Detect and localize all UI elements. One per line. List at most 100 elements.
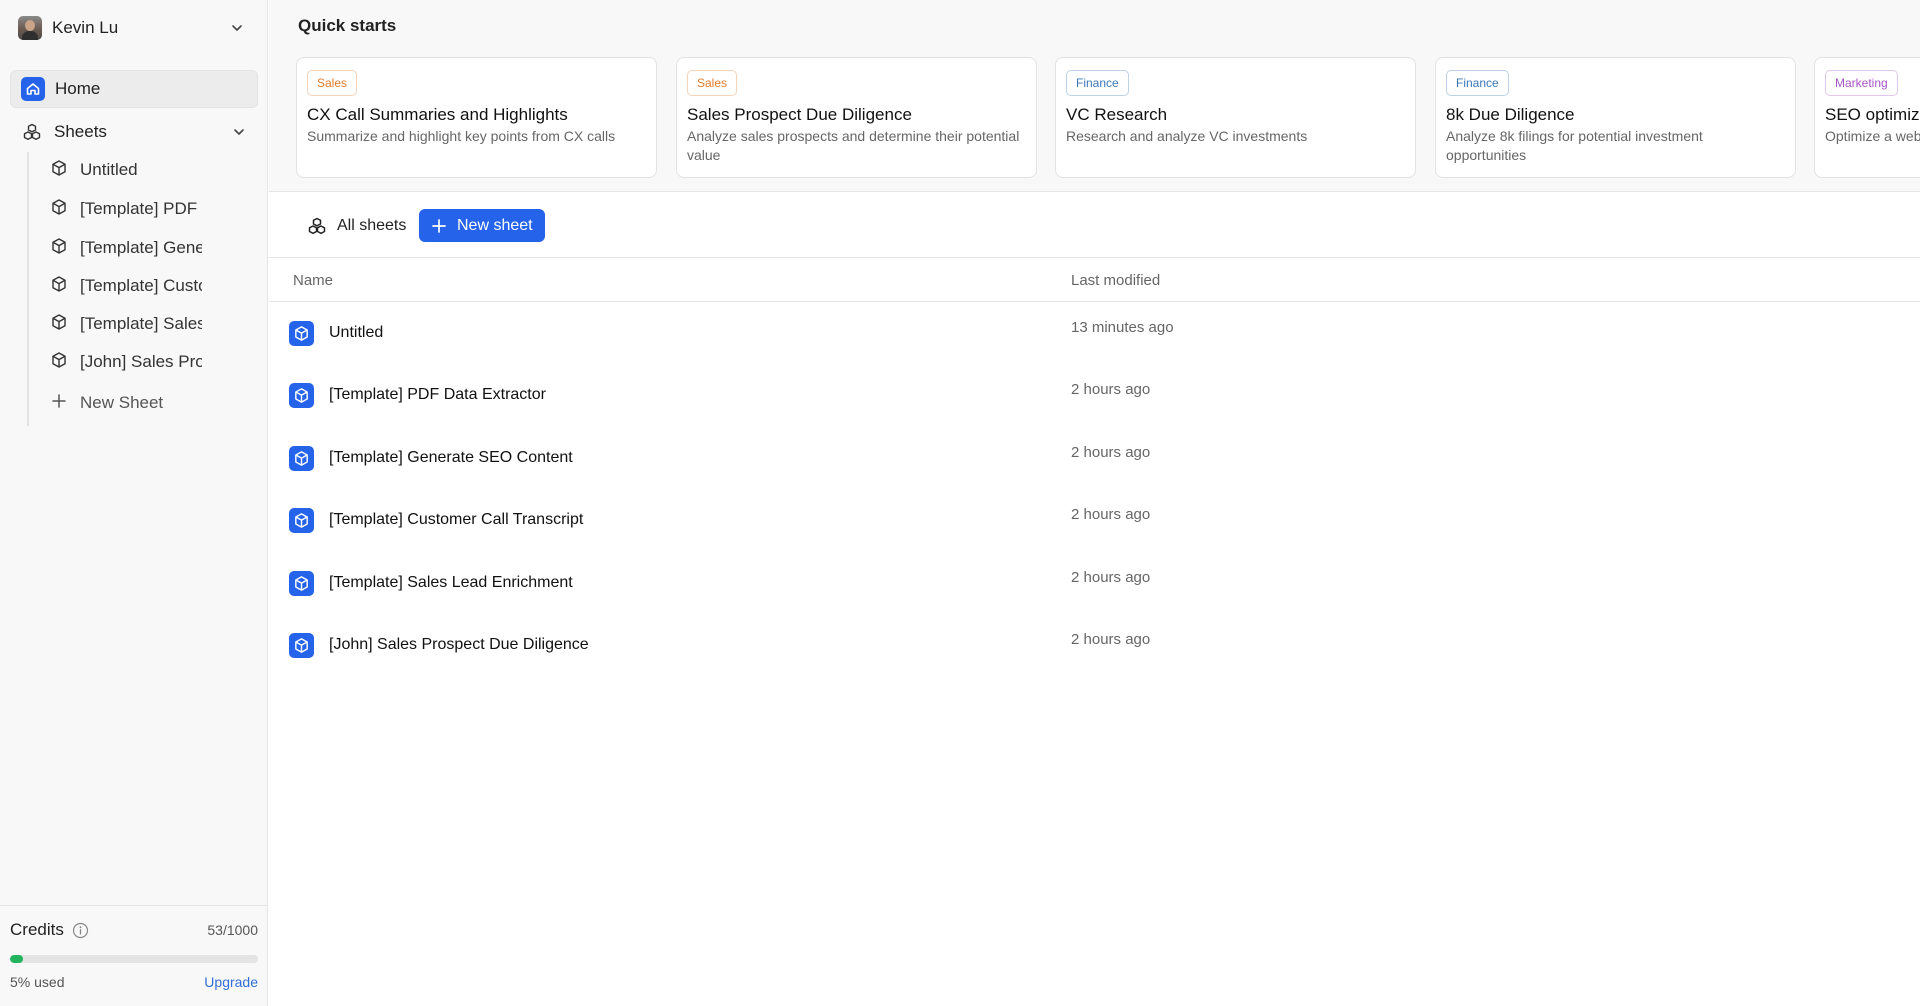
sidebar-sheet-item[interactable]: [Template] Sales Lead Enrichment — [44, 306, 210, 342]
new-sheet-link[interactable]: New Sheet — [44, 385, 210, 421]
home-icon — [21, 77, 45, 101]
credits-usage-row: 5% used Upgrade — [10, 974, 258, 990]
table-row[interactable]: [Template] Generate SEO Content 2 hours … — [269, 428, 1920, 490]
last-modified: 13 minutes ago — [1071, 319, 1174, 336]
quick-starts-section: Quick starts Sales CX Call Summaries and… — [269, 0, 1920, 192]
sidebar-sheet-label: [John] Sales Prospect Due Diligence — [80, 352, 202, 371]
credits-count: 53/1000 — [207, 922, 258, 938]
new-sheet-button-label: New sheet — [457, 216, 533, 234]
cube-icon — [50, 159, 68, 182]
quick-start-card[interactable]: Finance 8k Due Diligence Analyze 8k fili… — [1435, 57, 1796, 178]
sheet-name: [Template] PDF Data Extractor — [329, 386, 546, 403]
plus-icon — [431, 218, 447, 234]
table-row[interactable]: Untitled 13 minutes ago — [269, 303, 1920, 365]
all-sheets-label: All sheets — [337, 217, 407, 234]
cubes-icon — [20, 120, 44, 144]
sheet-name: [Template] Generate SEO Content — [329, 449, 573, 466]
quick-start-card[interactable]: Marketing SEO optimization Optimize a we… — [1814, 57, 1920, 178]
last-modified: 2 hours ago — [1071, 506, 1151, 523]
sidebar-sheet-item[interactable]: [John] Sales Prospect Due Diligence — [44, 344, 210, 380]
sidebar-sheet-item[interactable]: [Template] Generate SEO Content — [44, 230, 210, 266]
sidebar-item-label: Home — [55, 79, 101, 98]
sidebar-sheet-item[interactable]: Untitled — [44, 152, 210, 188]
cube-icon — [289, 508, 314, 533]
category-badge: Sales — [687, 70, 738, 96]
new-sheet-label: New Sheet — [80, 393, 164, 412]
sheet-name: Untitled — [329, 324, 384, 341]
main-content: Quick starts Sales CX Call Summaries and… — [269, 0, 1920, 1006]
last-modified: 2 hours ago — [1071, 381, 1151, 398]
table-header: Name Last modified — [269, 259, 1920, 302]
column-header-name[interactable]: Name — [293, 272, 333, 289]
table-row[interactable]: [Template] Sales Lead Enrichment 2 hours… — [269, 553, 1920, 615]
cube-icon — [289, 633, 314, 658]
sidebar-sheet-label: [Template] Generate SEO Content — [80, 238, 202, 257]
cube-icon — [50, 275, 68, 298]
chevron-down-icon[interactable] — [230, 123, 248, 141]
card-title: VC Research — [1066, 105, 1168, 124]
sheet-name: [Template] Sales Lead Enrichment — [329, 574, 573, 591]
last-modified: 2 hours ago — [1071, 569, 1151, 586]
sheet-name: [Template] Customer Call Transcript — [329, 511, 584, 528]
sidebar-sheet-label: [Template] PDF Data Extractor — [80, 199, 202, 218]
cube-icon — [50, 351, 68, 374]
upgrade-link[interactable]: Upgrade — [204, 974, 258, 990]
sidebar-item-sheets[interactable]: Sheets — [10, 113, 258, 151]
category-badge: Marketing — [1825, 70, 1898, 96]
cube-icon — [289, 383, 314, 408]
card-description: Analyze 8k filings for potential investm… — [1446, 128, 1703, 163]
card-title: Sales Prospect Due Diligence — [687, 105, 912, 124]
user-menu[interactable]: Kevin Lu — [10, 11, 254, 45]
tree-line — [27, 152, 29, 426]
sidebar-sheet-item[interactable]: [Template] PDF Data Extractor — [44, 191, 210, 227]
table-row[interactable]: [Template] Customer Call Transcript 2 ho… — [269, 490, 1920, 552]
quick-start-card[interactable]: Sales CX Call Summaries and Highlights S… — [296, 57, 657, 178]
credits-row: Credits 53/1000 — [10, 920, 258, 940]
quick-start-card[interactable]: Sales Sales Prospect Due Diligence Analy… — [676, 57, 1037, 178]
card-title: 8k Due Diligence — [1446, 105, 1575, 124]
quick-starts-title: Quick starts — [298, 16, 397, 35]
chevron-down-icon — [228, 19, 246, 37]
credits-used-text: 5% used — [10, 974, 65, 990]
sidebar-sheet-label: [Template] Sales Lead Enrichment — [80, 314, 202, 333]
last-modified: 2 hours ago — [1071, 631, 1151, 648]
card-description: Analyze sales prospects and determine th… — [687, 128, 1020, 163]
table-row[interactable]: [John] Sales Prospect Due Diligence 2 ho… — [269, 615, 1920, 677]
card-title: SEO optimization — [1825, 105, 1920, 124]
sidebar: Kevin Lu Home Sheets Untitled [Template] — [0, 0, 268, 1006]
sheet-name: [John] Sales Prospect Due Diligence — [329, 636, 589, 653]
sidebar-sheet-label: Untitled — [80, 160, 138, 179]
category-badge: Sales — [307, 70, 358, 96]
avatar — [18, 16, 42, 40]
credits-progress-bar — [10, 955, 258, 963]
credits-panel: Credits 53/1000 5% used Upgrade — [0, 905, 268, 1006]
sheets-toolbar: All sheets New sheet — [269, 193, 1920, 258]
category-badge: Finance — [1066, 70, 1129, 96]
info-icon[interactable] — [72, 921, 90, 939]
sidebar-sheet-item[interactable]: [Template] Customer Call Transcript — [44, 268, 210, 304]
cube-icon — [50, 198, 68, 221]
cube-icon — [50, 237, 68, 260]
quick-start-card[interactable]: Finance VC Research Research and analyze… — [1055, 57, 1416, 178]
user-name: Kevin Lu — [52, 18, 119, 37]
card-title: CX Call Summaries and Highlights — [307, 105, 568, 124]
sidebar-item-label: Sheets — [54, 122, 107, 141]
new-sheet-button[interactable]: New sheet — [419, 209, 545, 242]
table-row[interactable]: [Template] PDF Data Extractor 2 hours ag… — [269, 365, 1920, 427]
card-description: Research and analyze VC investments — [1066, 128, 1308, 144]
cube-icon — [289, 571, 314, 596]
card-description: Optimize a website for search engines — [1825, 128, 1920, 144]
last-modified: 2 hours ago — [1071, 444, 1151, 461]
cube-icon — [50, 313, 68, 336]
card-description: Summarize and highlight key points from … — [307, 128, 616, 144]
all-sheets-tab[interactable]: All sheets — [297, 210, 406, 242]
column-header-modified[interactable]: Last modified — [1071, 272, 1160, 289]
plus-icon — [50, 392, 68, 415]
cube-icon — [289, 321, 314, 346]
category-badge: Finance — [1446, 70, 1509, 96]
cube-icon — [289, 446, 314, 471]
sidebar-sheet-label: [Template] Customer Call Transcript — [80, 276, 202, 295]
cubes-icon — [307, 216, 327, 236]
sidebar-item-home[interactable]: Home — [10, 70, 258, 108]
credits-progress-fill — [10, 955, 24, 963]
